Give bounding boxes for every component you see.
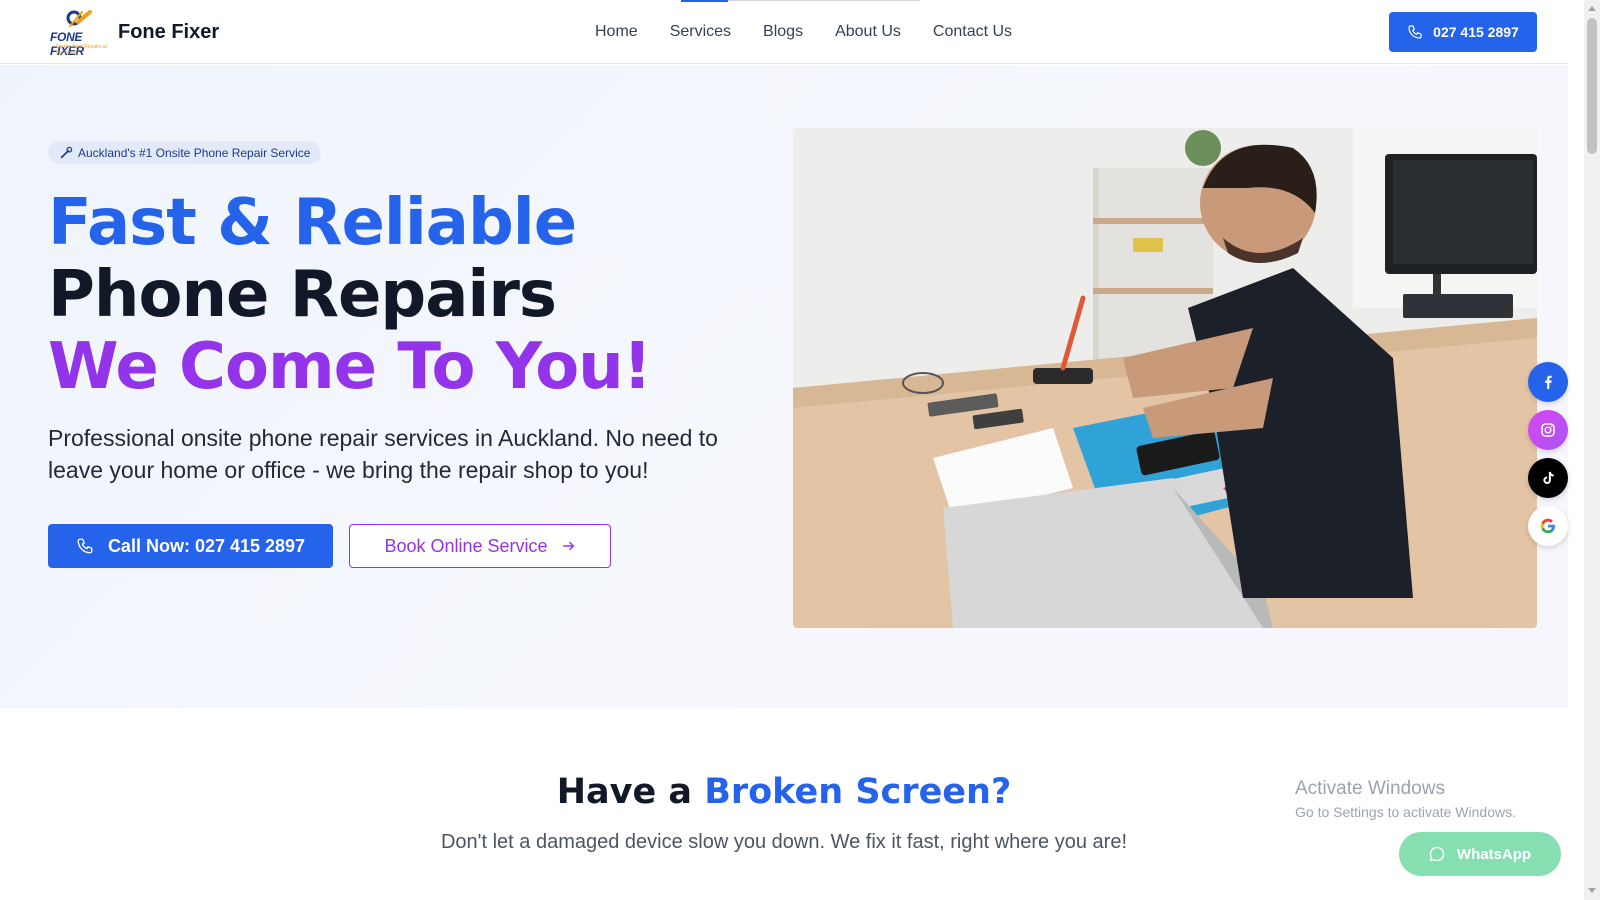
hero-title: Fast & Reliable Phone Repairs We Come To… xyxy=(48,186,652,404)
whatsapp-button[interactable]: WhatsApp xyxy=(1399,832,1561,876)
book-online-button[interactable]: Book Online Service xyxy=(349,524,611,568)
instagram-button[interactable] xyxy=(1528,410,1568,450)
hero-badge: Auckland's #1 Onsite Phone Repair Servic… xyxy=(48,141,322,164)
arrow-right-icon xyxy=(562,541,574,551)
hero-section: Auckland's #1 Onsite Phone Repair Servic… xyxy=(0,65,1568,708)
nav-blogs[interactable]: Blogs xyxy=(763,23,803,41)
phone-icon xyxy=(77,538,93,554)
brand-name: Fone Fixer xyxy=(118,20,220,43)
hero-badge-text: Auckland's #1 Onsite Phone Repair Servic… xyxy=(78,145,311,160)
tiktok-button[interactable] xyxy=(1528,458,1568,498)
book-online-label: Book Online Service xyxy=(384,535,548,556)
instagram-icon xyxy=(1541,423,1555,437)
page-scrollbar[interactable] xyxy=(1584,0,1600,900)
call-now-button[interactable]: Call Now: 027 415 2897 xyxy=(48,524,333,568)
hero-title-line2: Phone Repairs xyxy=(48,258,557,332)
scroll-up-arrow-icon[interactable] xyxy=(1588,6,1596,11)
scrollbar-thumb[interactable] xyxy=(1587,18,1597,154)
hero-title-line3: We Come To You! xyxy=(48,330,652,404)
google-button[interactable] xyxy=(1528,506,1568,546)
nav-contact-us[interactable]: Contact Us xyxy=(933,23,1012,41)
nav-about-us[interactable]: About Us xyxy=(835,23,901,41)
section-subtitle: Don't let a damaged device slow you down… xyxy=(440,831,1127,853)
main-nav: Home Services Blogs About Us Contact Us xyxy=(595,0,1044,64)
technician-repairing-phone-photo xyxy=(793,128,1537,628)
hero-description: Professional onsite phone repair service… xyxy=(48,425,718,483)
google-icon xyxy=(1540,518,1555,534)
logo-mark: FONE FIXER On the Spot Repairs at the Ho… xyxy=(50,8,110,58)
logo-tagline: On the Spot Repairs at the Home xyxy=(56,44,107,56)
nav-services[interactable]: Services xyxy=(670,23,731,41)
section-title-prefix: Have a xyxy=(556,772,705,812)
facebook-button[interactable] xyxy=(1528,362,1568,402)
wrench-icon xyxy=(60,146,73,159)
header-call-button[interactable]: 027 415 2897 xyxy=(1389,12,1537,52)
facebook-icon xyxy=(1545,375,1552,389)
phone-icon xyxy=(1408,25,1422,39)
hero-title-line1: Fast & Reliable xyxy=(48,186,577,260)
nav-home[interactable]: Home xyxy=(595,23,638,41)
watermark-subtitle: Go to Settings to activate Windows. xyxy=(1295,804,1516,820)
section-title-highlight: Broken Screen? xyxy=(704,772,1012,812)
site-header: FONE FIXER On the Spot Repairs at the Ho… xyxy=(0,0,1568,64)
windows-activation-watermark: Activate Windows Go to Settings to activ… xyxy=(1295,778,1516,820)
header-phone-label: 027 415 2897 xyxy=(1433,24,1519,40)
call-now-label: Call Now: 027 415 2897 xyxy=(107,535,306,556)
whatsapp-icon xyxy=(1429,846,1445,862)
wrench-gear-icon xyxy=(66,10,92,27)
watermark-title: Activate Windows xyxy=(1295,778,1445,799)
whatsapp-label: WhatsApp xyxy=(1456,845,1532,863)
logo[interactable]: FONE FIXER On the Spot Repairs at the Ho… xyxy=(50,8,220,58)
tiktok-icon xyxy=(1543,471,1554,485)
scroll-down-arrow-icon[interactable] xyxy=(1588,888,1596,893)
